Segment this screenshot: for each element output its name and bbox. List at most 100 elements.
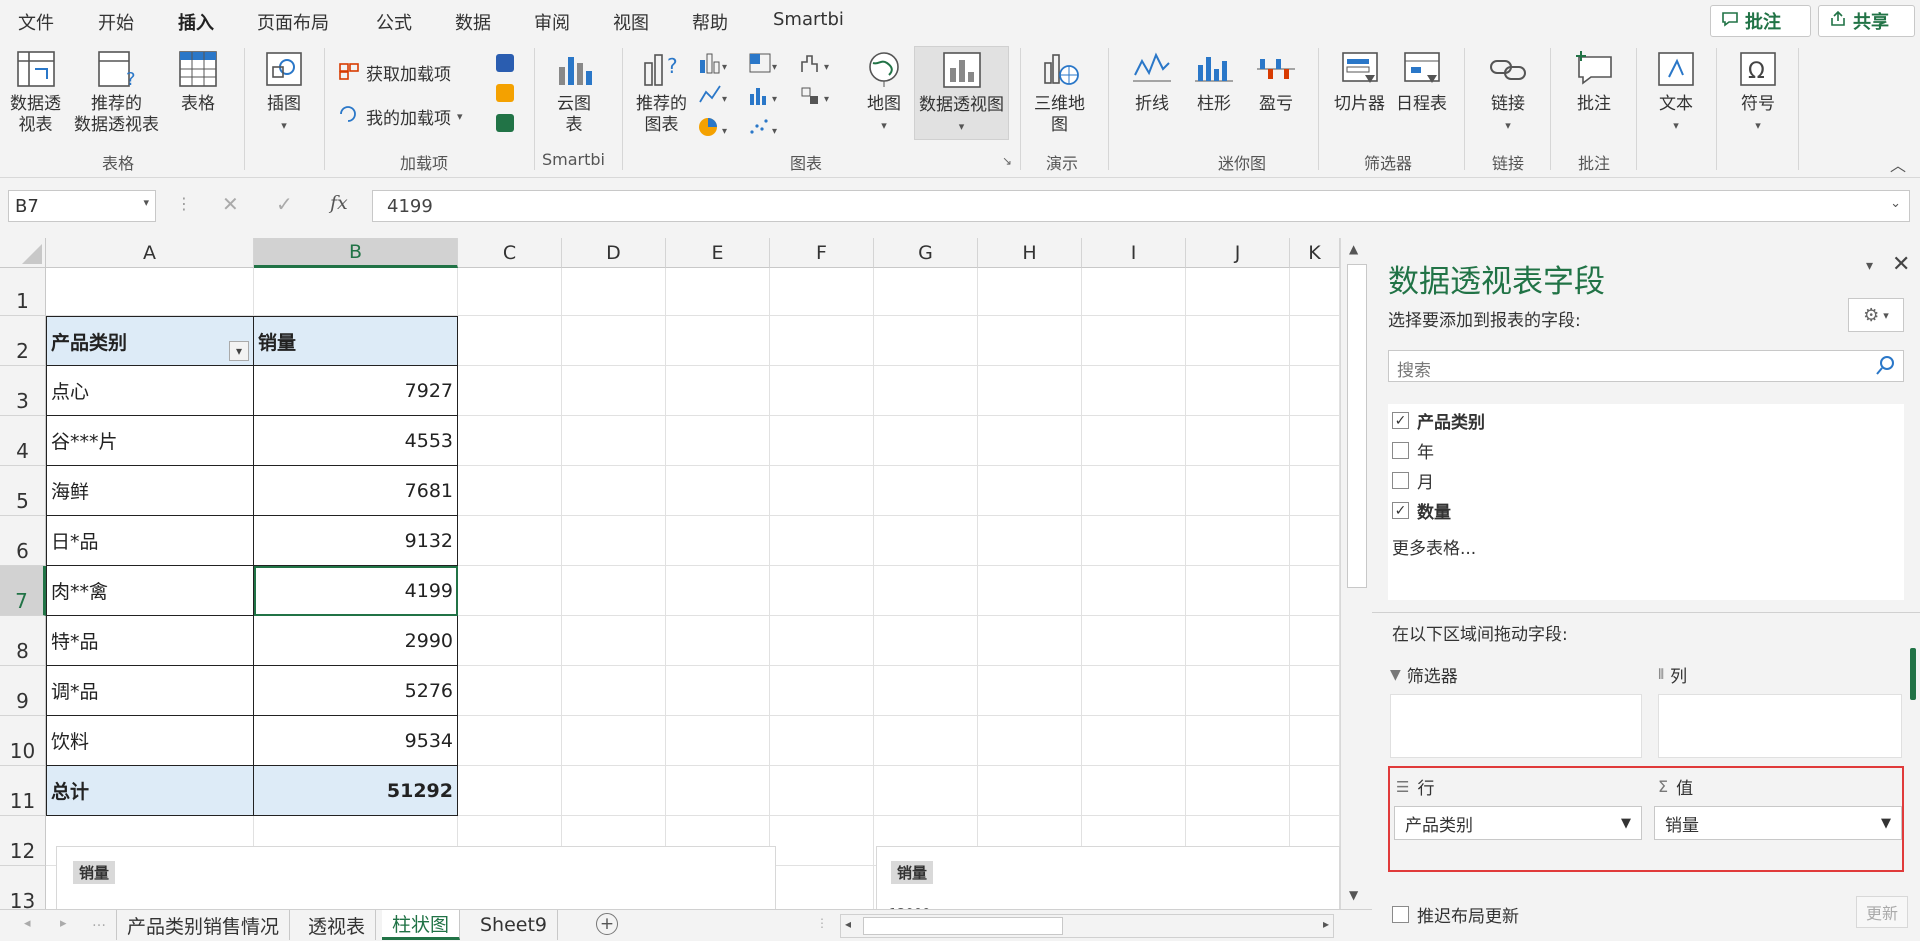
tab-insert[interactable]: 插入 bbox=[178, 9, 214, 43]
pivot-row-label[interactable]: 谷***片 bbox=[46, 416, 254, 466]
settings-button[interactable]: ⚙ ▾ bbox=[1848, 298, 1904, 332]
row-header[interactable]: 6 bbox=[0, 516, 46, 566]
pivot-value-cell[interactable]: 4553 bbox=[254, 416, 458, 466]
sparkline-column-button[interactable]: 柱形 bbox=[1192, 48, 1236, 115]
active-cell[interactable]: 4199 bbox=[254, 566, 458, 616]
chart-field-button[interactable]: 销量 bbox=[891, 861, 934, 884]
pivot-value-cell[interactable]: 7927 bbox=[254, 366, 458, 416]
symbol-button[interactable]: Ω 符号 ▾ bbox=[1736, 48, 1780, 136]
chart-field-button[interactable]: 销量 bbox=[73, 861, 116, 884]
scroll-up-icon[interactable]: ▲ bbox=[1349, 242, 1358, 256]
people-graph-icon[interactable] bbox=[496, 114, 514, 132]
my-addins-button[interactable]: 我的加载项 ▾ bbox=[338, 104, 463, 129]
scatter-chart-icon[interactable]: ▾ bbox=[748, 116, 780, 138]
sheet-tab[interactable]: 产品类别销售情况 bbox=[116, 910, 291, 940]
grand-total-value[interactable]: 51292 bbox=[254, 766, 458, 816]
pivot-header-cell[interactable]: 产品类别 ▾ bbox=[46, 316, 254, 366]
chevron-down-icon[interactable]: ▼ bbox=[1881, 816, 1891, 831]
field-item[interactable]: ✓ 产品类别 bbox=[1392, 408, 1485, 433]
table-button[interactable]: 表格 bbox=[176, 48, 220, 115]
tab-home[interactable]: 开始 bbox=[98, 9, 134, 35]
cancel-icon[interactable]: ✕ bbox=[222, 192, 239, 216]
columns-drop-area[interactable] bbox=[1658, 694, 1902, 758]
sheet-tab[interactable]: 透视表 bbox=[298, 910, 377, 940]
row-field-pill[interactable]: 产品类别 ▼ bbox=[1394, 806, 1642, 840]
sparkline-line-button[interactable]: 折线 bbox=[1130, 48, 1174, 115]
row-header[interactable]: 10 bbox=[0, 716, 46, 766]
get-addins-button[interactable]: 获取加载项 bbox=[338, 60, 451, 85]
pivot-row-label[interactable]: 肉**禽 bbox=[46, 566, 254, 616]
slicer-button[interactable]: 切片器 bbox=[1334, 48, 1385, 115]
field-item[interactable]: 月 bbox=[1392, 468, 1434, 493]
pivot-row-label[interactable]: 饮料 bbox=[46, 716, 254, 766]
chevron-down-icon[interactable]: ⌄ bbox=[1890, 196, 1901, 211]
defer-update-row[interactable]: 推迟布局更新 bbox=[1392, 902, 1519, 927]
defer-update-checkbox[interactable] bbox=[1392, 906, 1409, 923]
column-header[interactable]: H bbox=[978, 238, 1082, 268]
row-header[interactable]: 12 bbox=[0, 816, 46, 866]
pivot-value-cell[interactable]: 9534 bbox=[254, 716, 458, 766]
pane-scroll-indicator[interactable] bbox=[1910, 648, 1916, 700]
cloud-chart-button[interactable]: 云图 表 bbox=[552, 48, 596, 136]
combo-chart-icon[interactable]: ▾ bbox=[800, 84, 834, 106]
dialog-launcher-icon[interactable]: ↘ bbox=[1002, 154, 1012, 168]
horizontal-scrollbar[interactable]: ◂ ▸ bbox=[840, 914, 1334, 938]
bing-icon[interactable] bbox=[496, 84, 514, 102]
chevron-down-icon[interactable]: ▾ bbox=[143, 196, 149, 209]
tab-view[interactable]: 视图 bbox=[613, 9, 649, 35]
row-header[interactable]: 11 bbox=[0, 766, 46, 816]
row-header[interactable]: 4 bbox=[0, 416, 46, 466]
pivot-row-label[interactable]: 海鲜 bbox=[46, 466, 254, 516]
row-header[interactable]: 3 bbox=[0, 366, 46, 416]
select-all-corner[interactable] bbox=[0, 238, 46, 268]
pivot-row-label[interactable]: 日*品 bbox=[46, 516, 254, 566]
scroll-left-icon[interactable]: ◂ bbox=[845, 917, 851, 931]
scroll-down-icon[interactable]: ▼ bbox=[1349, 888, 1358, 902]
pie-chart-icon[interactable]: ▾ bbox=[698, 116, 730, 138]
row-header[interactable]: 8 bbox=[0, 616, 46, 666]
column-header[interactable]: C bbox=[458, 238, 562, 268]
chart-object-2[interactable]: 销量 12000 bbox=[876, 846, 1340, 909]
column-header[interactable]: D bbox=[562, 238, 666, 268]
pivot-header-cell[interactable]: 销量 bbox=[254, 316, 458, 366]
sheet-tab[interactable]: Sheet9 bbox=[470, 910, 559, 940]
enter-icon[interactable]: ✓ bbox=[276, 192, 293, 216]
chevron-down-icon[interactable]: ▼ bbox=[1621, 816, 1631, 831]
tab-formulas[interactable]: 公式 bbox=[376, 9, 412, 35]
new-comment-button[interactable]: 批注 bbox=[1572, 48, 1616, 115]
filter-drop-area[interactable] bbox=[1390, 694, 1642, 758]
illustrations-button[interactable]: 插图 ▾ bbox=[262, 48, 306, 136]
pivot-chart-button[interactable]: 数据透视图 ▾ bbox=[914, 46, 1009, 140]
value-field-pill[interactable]: 销量 ▼ bbox=[1654, 806, 1902, 840]
link-button[interactable]: 链接 ▾ bbox=[1486, 48, 1530, 136]
insert-function-button[interactable]: fx bbox=[330, 192, 348, 214]
recommended-pivot-button[interactable]: ? 推荐的 数据透视表 bbox=[74, 48, 159, 136]
column-header[interactable]: E bbox=[666, 238, 770, 268]
statistic-chart-icon[interactable]: ▾ bbox=[748, 84, 780, 106]
row-header[interactable]: 2 bbox=[0, 316, 46, 366]
tab-smartbi[interactable]: Smartbi bbox=[773, 9, 844, 30]
pivot-value-cell[interactable]: 9132 bbox=[254, 516, 458, 566]
worksheet-grid[interactable]: ABCDEFGHIJK 1 2 3 4 5 6 7 8 9 10 11 12 13 产品类别 ▾ 销量 点心 7… bbox=[0, 238, 1340, 909]
sheet-tab-active[interactable]: 柱状图 bbox=[382, 910, 461, 940]
tab-page-layout[interactable]: 页面布局 bbox=[257, 9, 329, 35]
close-icon[interactable]: ✕ bbox=[1892, 252, 1910, 277]
comments-button[interactable]: 批注 bbox=[1710, 5, 1811, 37]
collapse-ribbon-icon[interactable]: ︿ bbox=[1890, 152, 1906, 176]
tab-help[interactable]: 帮助 bbox=[692, 9, 728, 35]
maps-button[interactable]: 地图 ▾ bbox=[862, 48, 906, 136]
pivot-value-cell[interactable]: 2990 bbox=[254, 616, 458, 666]
hierarchy-chart-icon[interactable]: ▾ bbox=[748, 52, 780, 74]
add-sheet-icon[interactable]: + bbox=[596, 913, 618, 935]
scroll-right-icon[interactable]: ▸ bbox=[60, 916, 67, 931]
column-header[interactable]: I bbox=[1082, 238, 1186, 268]
scrollbar-thumb[interactable] bbox=[1347, 264, 1367, 588]
tab-review[interactable]: 审阅 bbox=[534, 9, 570, 35]
field-checkbox[interactable] bbox=[1392, 442, 1409, 459]
row-header[interactable]: 5 bbox=[0, 466, 46, 516]
pane-options-chevron-icon[interactable]: ▾ bbox=[1866, 258, 1873, 274]
3d-map-button[interactable]: 三维地 图 bbox=[1034, 48, 1085, 136]
update-button[interactable]: 更新 bbox=[1856, 896, 1908, 928]
column-header[interactable]: J bbox=[1186, 238, 1290, 268]
column-header[interactable]: A bbox=[46, 238, 254, 268]
